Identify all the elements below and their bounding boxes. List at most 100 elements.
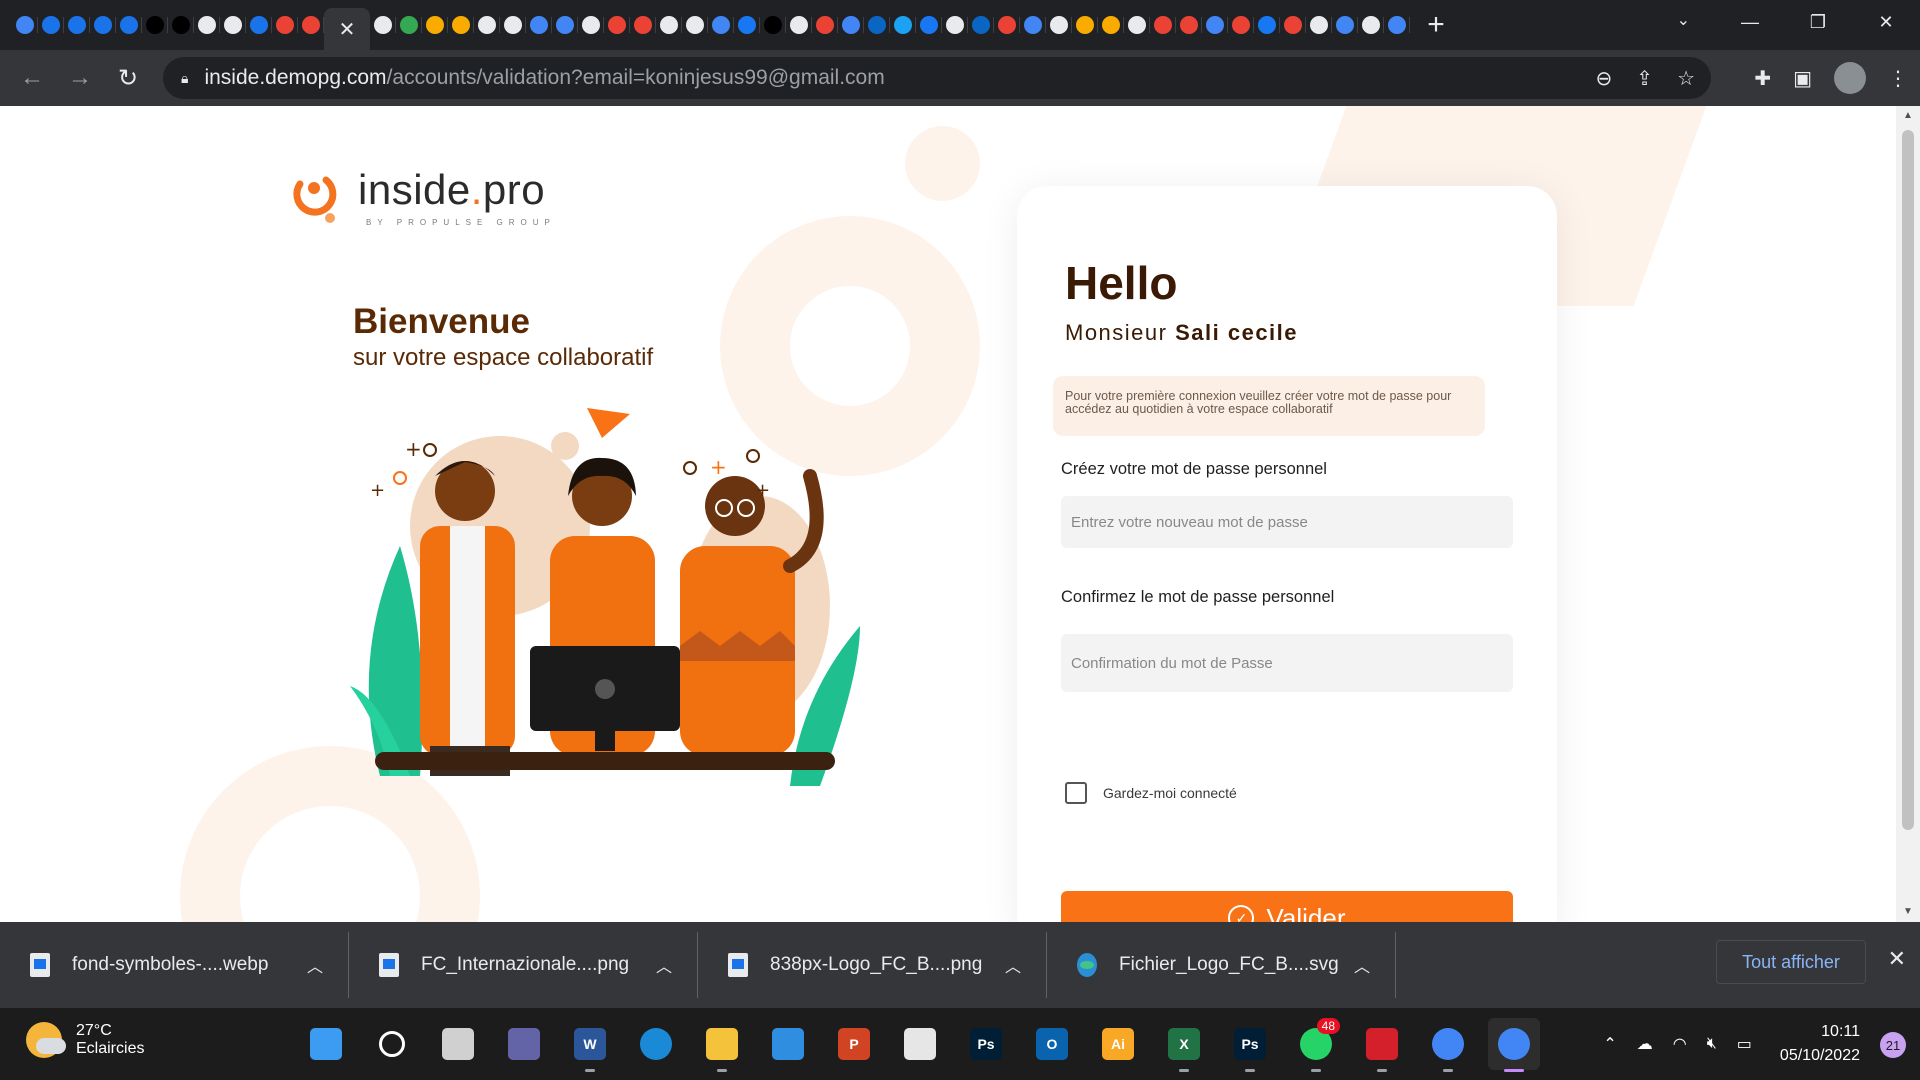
pinned-tab[interactable] [994, 0, 1020, 50]
pinned-tab[interactable] [552, 0, 578, 50]
pinned-tab[interactable] [220, 0, 246, 50]
remember-me-checkbox[interactable] [1065, 782, 1087, 804]
battery-icon[interactable]: ▭ [1737, 1034, 1752, 1054]
taskbar-app-illustrator[interactable]: Ai [1092, 1018, 1144, 1070]
pinned-tab[interactable] [942, 0, 968, 50]
remember-me-row[interactable]: Gardez-moi connecté [1065, 782, 1237, 804]
pinned-tab[interactable] [1254, 0, 1280, 50]
confirm-password-input[interactable] [1061, 634, 1513, 692]
active-tab[interactable]: ✕ [324, 8, 370, 50]
chevron-up-icon[interactable]: ︿ [1354, 953, 1370, 977]
brand-logo[interactable]: inside.pro BY PROPULSE GROUP [290, 166, 550, 227]
taskbar-app-acrobat[interactable] [1356, 1018, 1408, 1072]
wifi-icon[interactable]: ◠ [1673, 1034, 1687, 1054]
pinned-tab[interactable] [526, 0, 552, 50]
pinned-tab[interactable] [786, 0, 812, 50]
pinned-tab[interactable] [500, 0, 526, 50]
pinned-tab[interactable] [116, 0, 142, 50]
share-icon[interactable]: ⇪ [1636, 66, 1653, 91]
pinned-tab[interactable] [604, 0, 630, 50]
forward-icon[interactable]: → [56, 54, 104, 102]
onedrive-cloud-icon[interactable]: ☁ [1637, 1034, 1653, 1054]
pinned-tab[interactable] [272, 0, 298, 50]
pinned-tab[interactable] [864, 0, 890, 50]
pinned-tab[interactable] [1332, 0, 1358, 50]
taskbar-app-mail[interactable] [762, 1018, 814, 1070]
taskbar-app-edge[interactable] [630, 1018, 682, 1070]
pinned-tab[interactable] [1384, 0, 1410, 50]
pinned-tab[interactable] [1020, 0, 1046, 50]
taskbar-app-outlook[interactable]: O [1026, 1018, 1078, 1070]
download-item[interactable]: 838px-Logo_FC_B....png ︿ [698, 922, 1047, 1008]
close-tab-icon[interactable]: ✕ [339, 17, 356, 42]
minimize-icon[interactable]: — [1716, 0, 1784, 44]
pinned-tab[interactable] [448, 0, 474, 50]
pinned-tab[interactable] [1306, 0, 1332, 50]
taskbar-app-task-view[interactable] [432, 1018, 484, 1070]
notification-count-badge[interactable]: 21 [1880, 1032, 1906, 1058]
pinned-tab[interactable] [64, 0, 90, 50]
extensions-icon[interactable]: ✚ [1754, 66, 1771, 91]
reload-icon[interactable]: ↻ [104, 54, 152, 102]
taskbar-app-chrome-2[interactable] [1488, 1018, 1540, 1072]
pinned-tab[interactable] [1176, 0, 1202, 50]
back-icon[interactable]: ← [8, 54, 56, 102]
profile-avatar[interactable] [1834, 62, 1866, 94]
address-bar[interactable]: 🔒︎ inside.demopg.com/accounts/validation… [163, 57, 1711, 99]
side-panel-icon[interactable]: ▣ [1793, 66, 1812, 91]
validate-button[interactable]: ✓ Valider [1061, 891, 1513, 922]
scrollbar-thumb[interactable] [1902, 130, 1914, 830]
close-window-icon[interactable]: ✕ [1852, 0, 1920, 44]
pinned-tab[interactable] [968, 0, 994, 50]
taskbar-app-explorer[interactable] [696, 1018, 748, 1072]
pinned-tab[interactable] [656, 0, 682, 50]
show-all-downloads-button[interactable]: Tout afficher [1716, 940, 1866, 984]
download-item[interactable]: FC_Internazionale....png ︿ [349, 922, 698, 1008]
pinned-tab[interactable] [682, 0, 708, 50]
chevron-up-icon[interactable]: ︿ [1005, 953, 1021, 977]
pinned-tab[interactable] [246, 0, 272, 50]
pinned-tab[interactable] [890, 0, 916, 50]
taskbar-app-search[interactable] [366, 1018, 418, 1070]
pinned-tab[interactable] [1046, 0, 1072, 50]
tab-search-icon[interactable]: ⌄ [1677, 10, 1690, 30]
scroll-up-icon[interactable]: ▲ [1896, 106, 1920, 126]
taskbar-app-photoshop-2[interactable]: Ps [1224, 1018, 1276, 1072]
zoom-icon[interactable]: ⊖ [1596, 66, 1613, 91]
pinned-tab[interactable] [1228, 0, 1254, 50]
pinned-tab[interactable] [708, 0, 734, 50]
pinned-tab[interactable] [916, 0, 942, 50]
pinned-tab[interactable] [474, 0, 500, 50]
pinned-tab[interactable] [1098, 0, 1124, 50]
lock-icon[interactable]: 🔒︎ [181, 70, 188, 87]
pinned-tab[interactable] [422, 0, 448, 50]
pinned-tab[interactable] [1124, 0, 1150, 50]
taskbar-app-whatsapp[interactable]: 48 [1290, 1018, 1342, 1072]
taskbar-app-start[interactable] [300, 1018, 352, 1070]
menu-kebab-icon[interactable]: ⋮ [1888, 66, 1908, 91]
pinned-tab[interactable] [1072, 0, 1098, 50]
pinned-tab[interactable] [838, 0, 864, 50]
pinned-tab[interactable] [168, 0, 194, 50]
pinned-tab[interactable] [90, 0, 116, 50]
pinned-tab[interactable] [370, 0, 396, 50]
pinned-tab[interactable] [1280, 0, 1306, 50]
download-item[interactable]: Fichier_Logo_FC_B....svg ︿ [1047, 922, 1396, 1008]
new-tab-button[interactable]: + [1416, 0, 1456, 50]
taskbar-app-store[interactable] [894, 1018, 946, 1070]
pinned-tab[interactable] [630, 0, 656, 50]
pinned-tab[interactable] [734, 0, 760, 50]
taskbar-app-teams[interactable] [498, 1018, 550, 1070]
pinned-tab[interactable] [142, 0, 168, 50]
pinned-tab[interactable] [38, 0, 64, 50]
pinned-tab[interactable] [12, 0, 38, 50]
page-scrollbar[interactable]: ▲ ▼ [1896, 106, 1920, 922]
pinned-tab[interactable] [1358, 0, 1384, 50]
restore-icon[interactable]: ❐ [1784, 0, 1852, 44]
chevron-up-icon[interactable]: ︿ [307, 953, 323, 977]
scroll-down-icon[interactable]: ▼ [1896, 902, 1920, 922]
pinned-tab[interactable] [396, 0, 422, 50]
pinned-tab[interactable] [298, 0, 324, 50]
pinned-tab[interactable] [1202, 0, 1228, 50]
taskbar-app-photoshop-1[interactable]: Ps [960, 1018, 1012, 1070]
